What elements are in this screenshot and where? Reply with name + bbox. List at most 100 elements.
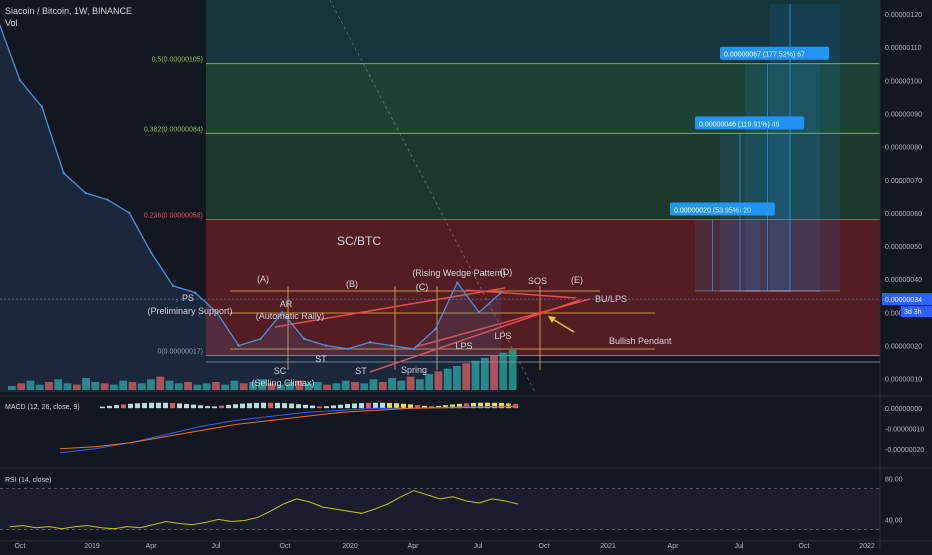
- chart-root: 0(0.00000017) 0.236(0.00000058) 0.382(0.00…: [0, 0, 932, 550]
- price-point: [18, 79, 22, 82]
- fib-label: 0.5(0.00000105): [152, 57, 203, 64]
- macd-histogram-bar: [359, 403, 364, 409]
- x-tick-label: Jul: [474, 543, 483, 550]
- y-tick-label: 0.00000090: [885, 111, 922, 118]
- price-point: [303, 337, 306, 341]
- price-point: [40, 105, 44, 109]
- fib-label: 0.236(0.00000058): [144, 213, 203, 220]
- macd-histogram-bar: [135, 403, 140, 409]
- rsi-band: [0, 488, 880, 530]
- y-tick-label: 0.00000120: [885, 12, 922, 19]
- macd-histogram-bar: [345, 404, 350, 409]
- macd-histogram-bar: [261, 402, 266, 409]
- vol-label: Vol: [5, 18, 18, 28]
- macd-histogram-bar: [282, 403, 287, 409]
- price-point: [390, 344, 393, 347]
- macd-histogram-bar: [205, 406, 210, 409]
- annotation-label: LPS: [494, 331, 511, 341]
- macd-histogram-bar: [226, 404, 231, 409]
- y-tick-label: 0.00000070: [885, 178, 922, 185]
- macd-histogram-bar: [275, 402, 280, 409]
- macd-histogram-bar: [331, 405, 336, 409]
- price-point: [150, 251, 153, 254]
- x-tick-label: 2019: [84, 543, 100, 550]
- annotation-label: (E): [571, 275, 583, 285]
- annotation-label: Spring: [401, 365, 427, 375]
- macd-histogram-bar: [121, 404, 126, 409]
- price-point: [259, 337, 262, 341]
- annotation-label: SC: [274, 366, 287, 376]
- x-tick-label: Apr: [146, 543, 158, 550]
- macd-histogram-bar: [394, 403, 399, 409]
- price-point: [84, 191, 87, 195]
- macd-histogram-bar: [310, 405, 315, 409]
- macd-histogram-bar: [247, 403, 252, 409]
- annotation-label: SOS: [528, 276, 547, 286]
- volume-bar: [508, 350, 517, 390]
- macd-histogram-bar: [198, 405, 203, 409]
- macd-histogram-bar: [219, 405, 224, 409]
- macd-histogram-bar: [114, 405, 119, 409]
- price-point: [346, 347, 350, 351]
- macd-histogram-bar: [317, 406, 322, 409]
- macd-histogram-bar: [107, 405, 112, 409]
- macd-histogram-bar: [233, 404, 238, 409]
- macd-histogram-bar: [380, 402, 385, 409]
- macd-histogram-bar: [240, 403, 245, 409]
- annotation-label: ST: [315, 354, 327, 364]
- symbol-title: Siacoin / Bitcoin, 1W, BINANCE: [5, 6, 133, 16]
- annotation-label: (Rising Wedge Pattern): [412, 268, 505, 278]
- x-tick-label: Jul: [735, 543, 744, 550]
- fib-label: 0.382(0.00000084): [144, 126, 203, 133]
- macd-histogram-bar: [387, 402, 392, 409]
- macd-histogram-bar: [408, 404, 413, 409]
- annotation-label: (A): [257, 274, 269, 284]
- annotation-label: (Preliminary Support): [147, 306, 232, 316]
- price-marker-label: 0.00000034: [885, 297, 922, 304]
- chart-svg: 0(0.00000017)0.236(0.00000058)0.382(0.00…: [0, 0, 932, 550]
- macd-histogram-bar: [177, 403, 182, 409]
- rsi-tick-label: 80.00: [885, 476, 903, 483]
- y-tick-label: 0.00000010: [885, 377, 922, 384]
- macd-histogram-bar: [191, 404, 196, 409]
- macd-histogram-bar: [128, 403, 133, 409]
- x-tick-label: Jul: [212, 543, 221, 550]
- countdown-label: 3d 3h: [904, 309, 922, 316]
- price-point: [193, 291, 197, 294]
- x-tick-label: Oct: [15, 543, 26, 550]
- price-point: [128, 211, 131, 215]
- y-tick-label: 0.00000050: [885, 244, 922, 251]
- x-tick-label: Apr: [668, 543, 680, 550]
- x-tick-label: Oct: [280, 543, 291, 550]
- macd-histogram-bar: [100, 406, 105, 409]
- y-tick-label: 0.00000080: [885, 145, 922, 152]
- macd-histogram-bar: [289, 403, 294, 409]
- price-point: [434, 327, 437, 331]
- x-tick-label: 2021: [600, 543, 616, 550]
- x-tick-label: Apr: [408, 543, 420, 550]
- macd-histogram-bar: [184, 403, 189, 409]
- macd-histogram-bar: [149, 402, 154, 409]
- macd-histogram-bar: [373, 402, 378, 409]
- macd-histogram-bar: [163, 402, 168, 409]
- price-point: [237, 344, 240, 347]
- price-point: [412, 347, 415, 351]
- macd-histogram-bar: [366, 402, 371, 409]
- macd-title: MACD (12, 26, close, 9): [5, 404, 80, 411]
- macd-histogram-bar: [212, 406, 217, 409]
- x-tick-label: 2022: [859, 543, 875, 550]
- price-point: [106, 198, 109, 201]
- annotation-label: BU/LPS: [595, 294, 627, 304]
- macd-histogram-bar: [254, 402, 259, 409]
- y-tick-label: 0.00000060: [885, 211, 922, 218]
- annotation-label: AR: [280, 299, 293, 309]
- macd-tick-label: 0.00000000: [885, 406, 922, 413]
- macd-histogram-bar: [401, 403, 406, 409]
- macd-histogram-bar: [156, 402, 161, 409]
- annotation-label: (Automatic Rally): [256, 311, 325, 321]
- price-point: [368, 341, 372, 344]
- macd-histogram-bar: [338, 404, 343, 409]
- annotation-label: PS: [182, 293, 194, 303]
- y-tick-label: 0.00000110: [885, 45, 922, 52]
- macd-tick-label: -0.00000010: [885, 426, 924, 433]
